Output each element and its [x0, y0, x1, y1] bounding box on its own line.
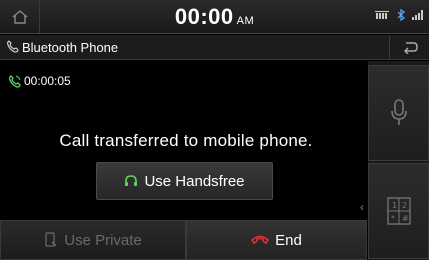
collapse-chevron-icon[interactable]: ‹	[360, 200, 364, 214]
signal-icon	[412, 10, 423, 20]
call-area: 00:00:05 Call transferred to mobile phon…	[0, 61, 367, 219]
keypad-icon: 1 2 * #	[386, 197, 411, 225]
svg-text:*: *	[391, 214, 395, 223]
page-title: Bluetooth Phone	[22, 40, 119, 55]
clock-time: 00:00	[174, 4, 234, 29]
mute-mic-button[interactable]	[368, 65, 429, 161]
use-handsfree-label: Use Handsfree	[144, 172, 245, 190]
side-panel: 1 2 * #	[368, 61, 429, 260]
clock-ampm: AM	[236, 15, 255, 27]
call-timer: 00:00:05	[8, 74, 71, 88]
svg-text:2: 2	[402, 201, 407, 210]
phone-handset-icon	[7, 40, 19, 53]
bluetooth-icon	[397, 9, 405, 21]
status-bar: 00:00 AM	[0, 0, 429, 34]
status-icons	[375, 9, 423, 21]
use-private-button[interactable]: Use Private	[0, 220, 186, 260]
keypad-button[interactable]: 1 2 * #	[368, 163, 429, 259]
svg-text:#: #	[402, 214, 409, 223]
svg-text:1: 1	[392, 201, 397, 210]
clock: 00:00 AM	[0, 4, 429, 30]
title-bar: Bluetooth Phone	[0, 35, 429, 60]
back-icon	[403, 42, 418, 54]
call-duration: 00:00:05	[24, 74, 71, 88]
headset-icon	[125, 175, 138, 186]
end-call-button[interactable]: End	[186, 220, 367, 260]
active-call-icon	[9, 74, 21, 88]
back-button[interactable]	[389, 35, 429, 59]
use-private-label: Use Private	[64, 231, 142, 249]
mic-icon	[390, 99, 407, 125]
phone-device-icon	[45, 232, 57, 247]
call-status-message: Call transferred to mobile phone.	[59, 131, 313, 150]
end-call-label: End	[275, 231, 302, 249]
end-call-icon	[251, 235, 270, 245]
call-action-bar: Use Private End	[0, 220, 367, 260]
use-handsfree-button[interactable]: Use Handsfree	[96, 162, 273, 200]
battery-indicator-icon	[375, 11, 389, 19]
